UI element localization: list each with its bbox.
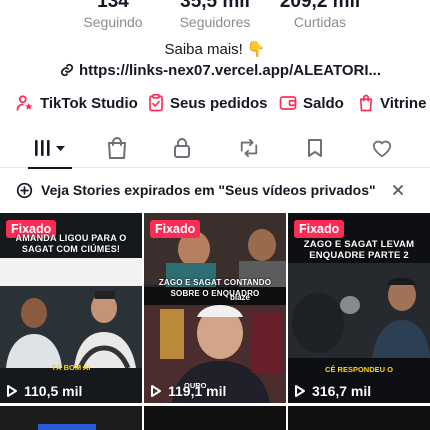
view-count: 110,5 mil: [6, 383, 82, 399]
profile-bio: Saiba mais! 👇: [0, 40, 430, 60]
following-count: 134: [97, 0, 129, 12]
video-caption: AMANDA LIGOU PARA O SAGAT COM CIÚMES!: [15, 233, 127, 254]
likes-label: Curtidas: [293, 14, 347, 30]
shopping-bag-icon: [359, 94, 373, 112]
stat-following[interactable]: 134 Seguindo: [58, 0, 168, 31]
profile-link-text: https://links-nex07.vercel.app/ALEATORI.…: [79, 61, 382, 79]
pinned-badge: Fixado: [150, 220, 201, 238]
balance-label: Saldo: [303, 94, 344, 112]
lock-icon: [174, 138, 190, 158]
video-subtitle: TÁ BOM AI: [51, 363, 91, 372]
play-icon: [295, 385, 305, 397]
bio-text: Saiba mais!: [164, 41, 243, 58]
tab-videos[interactable]: [17, 128, 83, 169]
wallet-icon: [279, 96, 297, 110]
profile-shortcuts: TikTok Studio Seus pedidos Saldo Vitrine: [0, 92, 430, 114]
view-count: 119,1 mil: [150, 383, 226, 399]
profile-link[interactable]: https://links-nex07.vercel.app/ALEATORI.…: [60, 60, 381, 80]
profile-stats: 134 Seguindo 35,5 mil Seguidores 209,2 m…: [0, 0, 430, 32]
video-thumbnail[interactable]: Fixado ZAGO E SAGAT CONTANDO SOBRE O ENQ…: [144, 213, 286, 403]
heart-icon: [372, 140, 392, 158]
thumbnail-image: [144, 213, 286, 403]
grid-icon: [35, 140, 65, 156]
creator-tools-icon: [16, 95, 33, 111]
tab-saved[interactable]: [282, 128, 348, 168]
following-label: Seguindo: [83, 14, 143, 30]
video-thumbnail[interactable]: Fixado AMANDA LIGOU PARA O SAGAT COM CIÚ…: [0, 213, 142, 403]
bookmark-icon: [308, 139, 322, 157]
view-count-text: 316,7 mil: [312, 383, 372, 399]
tiktok-studio-button[interactable]: TikTok Studio: [16, 92, 138, 114]
orders-icon: [149, 94, 163, 112]
showcase-button[interactable]: Vitrine: [358, 92, 426, 114]
tab-shop[interactable]: [84, 128, 150, 168]
brand-tag: blaze: [230, 293, 251, 302]
shop-icon: [108, 137, 126, 159]
balance-button[interactable]: Saldo: [279, 92, 344, 114]
profile-tabs: [0, 128, 430, 169]
likes-count: 209,2 mil: [279, 0, 361, 12]
stories-banner-text: Veja Stories expirados em "Seus vídeos p…: [41, 182, 376, 198]
orders-button[interactable]: Seus pedidos: [148, 92, 268, 114]
play-icon: [7, 385, 17, 397]
view-count-text: 119,1 mil: [168, 383, 227, 399]
close-icon[interactable]: [390, 182, 406, 198]
orders-label: Seus pedidos: [170, 94, 268, 112]
repost-icon: [240, 138, 258, 158]
showcase-label: Vitrine: [380, 94, 427, 112]
video-thumbnail[interactable]: Fixado ZAGO E SAGAT LEVAM ENQUADRE PARTE…: [288, 213, 430, 403]
tiktok-studio-label: TikTok Studio: [40, 94, 138, 112]
link-icon: [60, 63, 74, 77]
video-thumbnail[interactable]: [0, 406, 142, 430]
view-count: 316,7 mil: [294, 383, 371, 399]
play-icon: [151, 385, 161, 397]
video-thumbnail[interactable]: [144, 406, 286, 430]
tab-reposts[interactable]: [216, 128, 282, 168]
tab-private[interactable]: [149, 128, 215, 168]
video-caption: ZAGO E SAGAT CONTANDO SOBRE O ENQUADRO: [158, 278, 272, 298]
pinned-badge: Fixado: [294, 220, 345, 238]
thumbnail-banner: [38, 424, 96, 430]
add-circle-icon: [16, 182, 33, 198]
tab-liked[interactable]: [349, 128, 415, 168]
followers-label: Seguidores: [179, 14, 251, 30]
bio-emoji: 👇: [246, 41, 266, 58]
stat-followers[interactable]: 35,5 mil Seguidores: [160, 0, 270, 31]
video-subtitle: CÊ RESPONDEU O: [325, 365, 393, 374]
chevron-down-icon: [56, 146, 65, 151]
video-thumbnail[interactable]: [288, 406, 430, 430]
video-caption: ZAGO E SAGAT LEVAM ENQUADRE PARTE 2: [303, 239, 415, 261]
video-grid: Fixado AMANDA LIGOU PARA O SAGAT COM CIÚ…: [0, 213, 430, 430]
stat-likes[interactable]: 209,2 mil Curtidas: [265, 0, 375, 31]
view-count-text: 110,5 mil: [24, 383, 83, 399]
followers-count: 35,5 mil: [180, 0, 250, 12]
stories-banner[interactable]: Veja Stories expirados em "Seus vídeos p…: [0, 174, 430, 206]
